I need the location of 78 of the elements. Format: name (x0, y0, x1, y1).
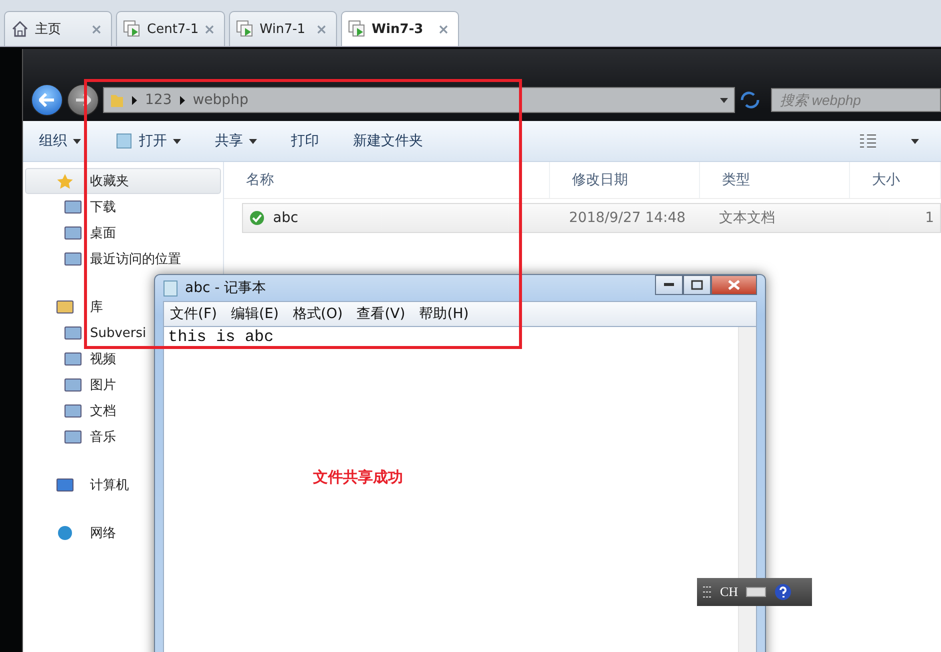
sidebar-item[interactable]: 音乐 (25, 424, 121, 450)
toolbar-button[interactable]: 共享 (215, 132, 257, 150)
sidebar-item[interactable]: 文档 (25, 398, 121, 424)
left-arrow-icon (39, 93, 55, 107)
column-header[interactable]: 大小 (850, 162, 941, 198)
toolbar-button[interactable]: 组织 (39, 132, 81, 150)
sidebar-item[interactable]: 计算机 (25, 472, 134, 498)
address-bar[interactable]: 123 webphp (103, 87, 735, 113)
toolbar-button[interactable]: 新建文件夹 (353, 132, 423, 150)
notepad-icon (115, 133, 133, 149)
help-icon[interactable] (774, 583, 792, 601)
annotation-text: 文件共享成功 (313, 468, 403, 487)
forward-button[interactable] (67, 84, 99, 116)
notepad-icon (163, 279, 179, 297)
star-icon (56, 173, 74, 189)
chevron-right-icon (180, 96, 185, 104)
sidebar-item[interactable]: 视频 (25, 346, 121, 372)
vm-icon (236, 20, 254, 38)
menu-item[interactable]: 编辑(E) (230, 305, 279, 323)
file-row[interactable]: abc 2018/9/27 14:48 文本文档 1 (242, 203, 941, 233)
sidebar-item[interactable]: Subversi (25, 320, 152, 346)
refresh-icon[interactable] (739, 90, 761, 110)
search-field[interactable]: 搜索 webphp (771, 88, 941, 112)
right-arrow-icon (75, 93, 91, 107)
close-icon[interactable] (438, 24, 448, 34)
toolbar-button[interactable]: 打印 (291, 132, 319, 150)
table-cell-text: 文本文档 (719, 209, 776, 227)
vm-icon (123, 20, 141, 38)
maximize-icon (691, 280, 703, 290)
scrollbar[interactable] (738, 327, 756, 652)
grip-icon[interactable] (702, 585, 712, 599)
home-icon (11, 20, 29, 38)
window-title: abc - 记事本 (185, 279, 266, 297)
sidebar-item[interactable]: 桌面 (25, 220, 121, 246)
close-icon (728, 280, 740, 290)
maximize-button[interactable] (683, 275, 711, 295)
minimize-button[interactable] (655, 275, 683, 295)
breadcrumb-item[interactable]: webphp (192, 92, 248, 108)
close-icon[interactable] (92, 24, 101, 34)
column-header[interactable]: 修改日期 (550, 162, 700, 198)
back-button[interactable] (31, 84, 63, 116)
column-header[interactable]: 名称 (224, 162, 550, 198)
menu-item[interactable]: 格式(O) (292, 305, 343, 323)
language-indicator[interactable]: CH (720, 584, 738, 600)
minimize-icon (664, 283, 674, 287)
caret-icon (173, 138, 181, 144)
sidebar-item[interactable]: 库 (25, 294, 108, 320)
sidebar-item[interactable]: 收藏夹 (25, 168, 221, 194)
breadcrumb-item[interactable]: 123 (145, 92, 172, 108)
toolbar-button[interactable]: 打开 (115, 132, 181, 150)
caret-icon (73, 138, 81, 144)
menu-item[interactable]: 查看(V) (356, 305, 406, 323)
menu-item[interactable]: 帮助(H) (419, 305, 469, 323)
sidebar-item[interactable]: 图片 (25, 372, 121, 398)
tab[interactable]: 主页 (4, 11, 112, 46)
view-icon[interactable] (859, 133, 877, 149)
menu-item[interactable]: 文件(F) (170, 305, 217, 323)
tab[interactable]: Win7-1 (228, 11, 337, 46)
sidebar-item[interactable]: 下载 (25, 194, 121, 220)
keyboard-icon[interactable] (746, 587, 766, 597)
table-cell-text: 2018/9/27 14:48 (569, 210, 687, 226)
sidebar-item[interactable]: 网络 (25, 520, 121, 546)
tab[interactable]: Win7-3 (340, 11, 459, 46)
close-icon[interactable] (204, 24, 214, 34)
close-button[interactable] (711, 275, 757, 295)
column-header[interactable]: 类型 (700, 162, 850, 198)
vm-icon (348, 20, 366, 38)
caret-icon (911, 138, 919, 144)
table-cell: abc (243, 210, 569, 226)
chevron-right-icon (132, 96, 137, 104)
text-content: this is abc (167, 327, 275, 347)
text-file-icon (249, 210, 265, 226)
close-icon[interactable] (316, 24, 326, 34)
sidebar-item[interactable]: 最近访问的位置 (25, 246, 186, 272)
table-cell-text: 1 (924, 210, 935, 226)
tab[interactable]: Cent7-1 (116, 11, 225, 46)
caret-icon (249, 138, 257, 144)
caret-icon (720, 98, 728, 102)
